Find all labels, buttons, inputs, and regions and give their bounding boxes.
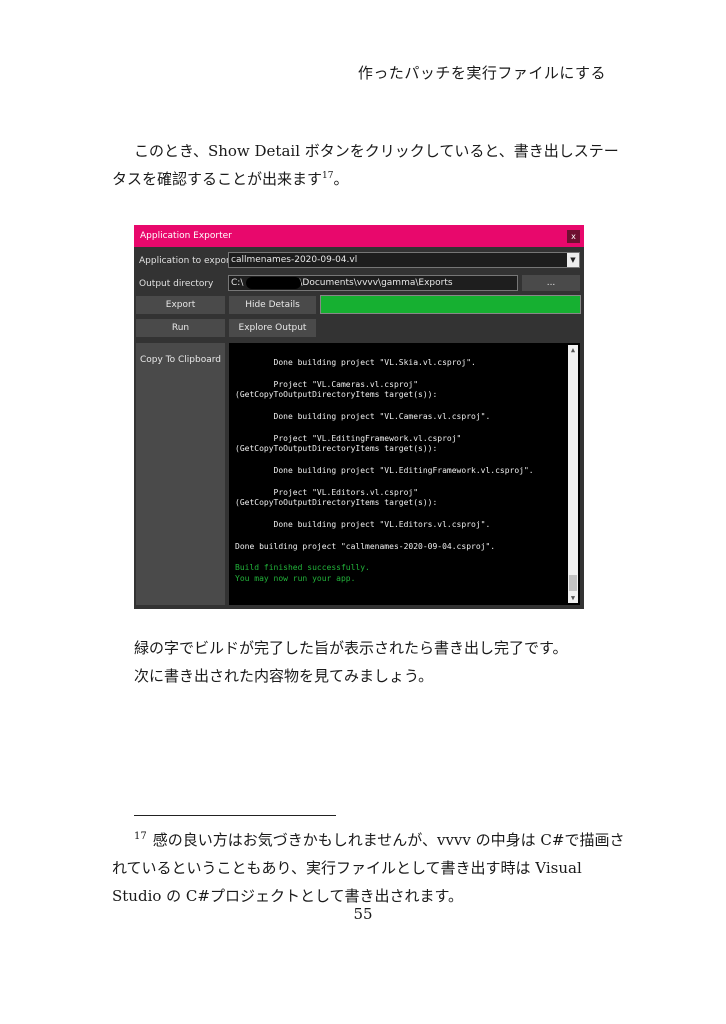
console-scrollbar[interactable]: ▲ ▼ — [568, 345, 578, 603]
console-line: (GetCopyToOutputDirectoryItems target(s)… — [235, 498, 438, 508]
page-number: 55 — [353, 905, 373, 923]
console-line: Done building project "VL.Cameras.vl.csp… — [235, 411, 491, 421]
build-log-console[interactable]: Done building project "VL.Skia.vl.csproj… — [229, 343, 580, 605]
run-button[interactable]: Run — [136, 319, 225, 337]
console-line: You may now run your app. — [235, 573, 356, 583]
build-log-lines: Done building project "VL.Skia.vl.csproj… — [235, 358, 565, 585]
application-select-value: callmenames-2020-09-04.vl — [231, 255, 358, 265]
title-bar: Application Exporter x — [134, 225, 584, 247]
application-to-export-label: Application to export — [139, 256, 234, 266]
window-title: Application Exporter — [140, 231, 232, 241]
console-line: Done building project "VL.Editors.vl.csp… — [235, 519, 491, 529]
footnote-reference[interactable]: 17 — [322, 171, 333, 181]
chevron-down-icon[interactable]: ▼ — [567, 253, 579, 267]
explore-output-button[interactable]: Explore Output — [229, 319, 316, 337]
console-line: Build finished successfully. — [235, 563, 370, 573]
scroll-down-icon[interactable]: ▼ — [568, 593, 578, 603]
outro-line-2: 次に書き出された内容物を見てみましょう。 — [134, 667, 434, 685]
footnote: 17 感の良い方はお気づきかもしれませんが、vvvv の中身は C#で描画さ れて… — [112, 826, 625, 910]
footnote-rule — [134, 815, 336, 816]
scroll-up-icon[interactable]: ▲ — [568, 345, 578, 355]
console-line: Done building project "VL.Skia.vl.csproj… — [235, 358, 476, 367]
scroll-thumb[interactable] — [569, 575, 577, 591]
intro-line-2: タスを確認することが出来ます17。 — [112, 170, 349, 188]
footnote-line-1: 17 感の良い方はお気づきかもしれませんが、vvvv の中身は C#で描画さ — [134, 831, 625, 849]
browse-button[interactable]: ... — [522, 275, 580, 291]
running-head: 作ったパッチを実行ファイルにする — [357, 64, 606, 82]
footnote-mark: 17 — [134, 831, 147, 842]
console-line: Project "VL.Cameras.vl.csproj" — [235, 379, 419, 389]
output-directory-input[interactable]: C:\ \Documents\vvvv\gamma\Exports — [228, 275, 518, 291]
outro-paragraph: 緑の字でビルドが完了した旨が表示されたら書き出し完了です。 次に書き出された内容… — [112, 634, 606, 690]
application-select[interactable]: callmenames-2020-09-04.vl ▼ — [228, 252, 580, 268]
export-progress-bar — [320, 295, 581, 314]
export-button[interactable]: Export — [136, 296, 225, 314]
application-exporter-window: Application Exporter x Application to ex… — [134, 225, 584, 609]
close-button[interactable]: x — [567, 230, 580, 243]
output-directory-label: Output directory — [139, 279, 214, 289]
copy-to-clipboard-button[interactable]: Copy To Clipboard — [136, 343, 225, 605]
console-line: Project "VL.Editors.vl.csproj" — [235, 487, 419, 497]
console-line: (GetCopyToOutputDirectoryItems target(s)… — [235, 390, 438, 400]
outro-line-1: 緑の字でビルドが完了した旨が表示されたら書き出し完了です。 — [134, 639, 568, 657]
intro-line-1: このとき、Show Detail ボタンをクリックしていると、書き出しステー — [134, 142, 619, 160]
console-line: Project "VL.EditingFramework.vl.csproj" — [235, 433, 462, 443]
console-line: Done building project "VL.EditingFramewo… — [235, 465, 534, 475]
hide-details-button[interactable]: Hide Details — [229, 296, 316, 314]
export-progress-fill — [321, 296, 580, 313]
redaction-mark — [246, 277, 301, 289]
intro-paragraph: このとき、Show Detail ボタンをクリックしていると、書き出しステー タ… — [112, 137, 619, 193]
console-line: (GetCopyToOutputDirectoryItems target(s)… — [235, 444, 438, 454]
footnote-line-2: れているということもあり、実行ファイルとして書き出す時は Visual — [112, 859, 582, 877]
console-line: Done building project "callmenames-2020-… — [235, 541, 496, 551]
